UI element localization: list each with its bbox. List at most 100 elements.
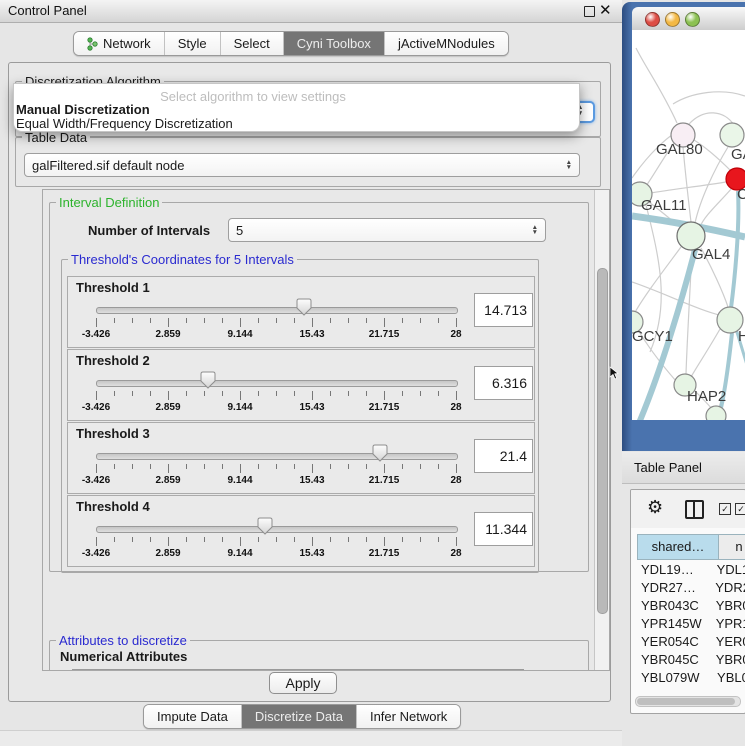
table-row[interactable]: YDL19…YDL1 [637, 561, 745, 579]
attributes-group-label: Attributes to discretize [56, 633, 190, 648]
close-traffic-light[interactable] [645, 12, 660, 27]
cell-name: YDL1 [713, 561, 745, 579]
slider-track[interactable] [96, 453, 458, 460]
table-data-combobox[interactable]: galFiltered.sif default node ▲▼ [24, 153, 580, 177]
threshold-value-field[interactable]: 11.344 [474, 512, 533, 546]
close-icon[interactable]: ✕ [599, 1, 612, 19]
tab-impute-data[interactable]: Impute Data [144, 705, 241, 728]
checked-box-icon[interactable]: ✓ [735, 503, 745, 515]
network-edge[interactable] [636, 48, 677, 123]
cell-shared-name: YER054C [637, 633, 712, 651]
apply-button[interactable]: Apply [269, 672, 337, 694]
tick-mark [384, 464, 385, 473]
tick-label: 9.144 [215, 548, 265, 559]
tab-infer-network[interactable]: Infer Network [356, 705, 460, 728]
table-row[interactable]: YBL079WYBL0 [637, 669, 745, 687]
tick-mark [150, 464, 151, 469]
table-toolbar: ⚙ ✓ ✓ [631, 490, 745, 528]
popup-item-manual-discretization[interactable]: Manual Discretization [16, 102, 150, 117]
minimize-traffic-light[interactable] [665, 12, 680, 27]
node-label: GAL11 [641, 197, 687, 214]
tick-label: 28 [431, 402, 481, 413]
table-row[interactable]: YDR27…YDR2 [637, 579, 745, 597]
checked-box-icon[interactable]: ✓ [719, 503, 731, 515]
tick-mark [330, 391, 331, 396]
slider-handle[interactable] [257, 517, 273, 538]
network-edge[interactable] [689, 113, 734, 125]
tick-mark [456, 464, 457, 473]
table-row[interactable]: YBR045CYBR0 [637, 651, 745, 669]
bottom-tab-strip: Impute DataDiscretize DataInfer Network [143, 704, 461, 729]
slider-handle[interactable] [372, 444, 388, 465]
slider-handle[interactable] [200, 371, 216, 392]
threshold-value-field[interactable]: 6.316 [474, 366, 533, 400]
column-header-shared-name[interactable]: shared… [637, 534, 719, 560]
tick-label: 28 [431, 475, 481, 486]
network-edge[interactable] [691, 329, 720, 377]
threshold-label: Threshold 1 [76, 280, 150, 295]
tick-mark [240, 391, 241, 400]
tab-discretize-data[interactable]: Discretize Data [241, 705, 356, 728]
thresholds-group-label: Threshold's Coordinates for 5 Intervals [68, 252, 297, 267]
cell-shared-name: YDL19… [637, 561, 713, 579]
settings-gear-icon[interactable]: ⚙ [647, 497, 663, 518]
tick-mark [168, 318, 169, 327]
cell-name: YBR0 [712, 597, 745, 615]
tick-mark [222, 537, 223, 542]
tick-mark [132, 318, 133, 323]
threshold-value-field[interactable]: 21.4 [474, 439, 533, 473]
network-node[interactable] [706, 406, 726, 420]
popup-item-equal-width-frequency[interactable]: Equal Width/Frequency Discretization [16, 116, 233, 131]
number-of-intervals-combobox[interactable]: 5 ▲▼ [228, 218, 546, 242]
network-view-window[interactable]: GAL80GACGAL11GAL4GCY1HHAP2 [622, 2, 745, 451]
tick-mark [330, 537, 331, 542]
tick-mark [204, 318, 205, 323]
tick-mark [240, 318, 241, 327]
tick-mark [186, 464, 187, 469]
network-node[interactable] [720, 123, 744, 147]
tick-mark [186, 537, 187, 542]
panel-title: Control Panel [8, 3, 87, 18]
tick-mark [366, 464, 367, 469]
tick-label: -3.426 [71, 329, 121, 340]
threshold-label: Threshold 3 [76, 426, 150, 441]
tick-mark [438, 391, 439, 396]
bottom-strip [0, 730, 622, 746]
tab-jactivemnodules[interactable]: jActiveMNodules [384, 32, 508, 55]
slider-track[interactable] [96, 380, 458, 387]
network-edge[interactable] [673, 92, 745, 104]
float-window-icon[interactable] [584, 6, 595, 17]
tick-mark [132, 464, 133, 469]
tick-label: 21.715 [359, 402, 409, 413]
table-row[interactable]: YBR043CYBR0 [637, 597, 745, 615]
tick-mark [186, 391, 187, 396]
tab-style[interactable]: Style [164, 32, 220, 55]
tick-mark [168, 537, 169, 546]
split-columns-icon[interactable] [685, 500, 704, 519]
scrollbar-thumb[interactable] [597, 268, 608, 614]
slider-track[interactable] [96, 526, 458, 533]
tick-mark [96, 537, 97, 546]
tab-select[interactable]: Select [220, 32, 283, 55]
table-row[interactable]: YER054CYER0 [637, 633, 745, 651]
threshold-panel-1: Threshold 1-3.4262.8599.14415.4321.71528… [67, 276, 535, 348]
network-window-titlebar[interactable] [632, 7, 745, 31]
threshold-value-field[interactable]: 14.713 [474, 293, 533, 327]
slider-track[interactable] [96, 307, 458, 314]
tick-mark [312, 391, 313, 400]
network-canvas[interactable]: GAL80GACGAL11GAL4GCY1HHAP2 [632, 30, 745, 420]
table-row[interactable]: YPR145WYPR1 [637, 615, 745, 633]
tab-cyni-toolbox[interactable]: Cyni Toolbox [283, 32, 384, 55]
tick-mark [150, 391, 151, 396]
network-edge[interactable] [651, 182, 726, 193]
tick-mark [240, 464, 241, 473]
numerical-attributes-list[interactable]: SelfLoopsTopologicalCoefficientBetweenne… [72, 669, 524, 671]
tab-network[interactable]: Network [74, 32, 164, 55]
column-header-name[interactable]: n [719, 534, 745, 560]
network-edge[interactable] [695, 147, 728, 223]
network-edge-thick[interactable] [731, 191, 738, 308]
vertical-scrollbar[interactable] [594, 190, 609, 670]
zoom-traffic-light[interactable] [685, 12, 700, 27]
slider-handle[interactable] [296, 298, 312, 319]
horizontal-scrollbar[interactable] [635, 696, 741, 707]
